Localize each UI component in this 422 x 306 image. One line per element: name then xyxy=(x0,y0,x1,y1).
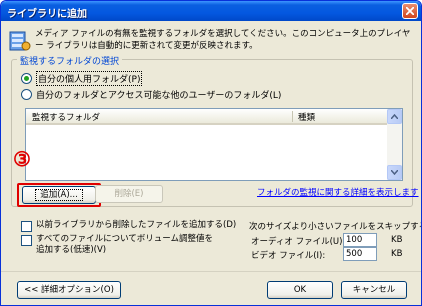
checkbox-label: 以前ライブラリから削除したファイルを追加する(D) xyxy=(36,220,237,230)
radio-all-user-folders[interactable]: 自分のフォルダとアクセス可能な他のユーザーのフォルダ(L) xyxy=(21,88,281,101)
group-legend: 監視するフォルダの選択 xyxy=(17,54,123,67)
column-header-type[interactable]: 種類 xyxy=(298,111,315,123)
video-size-label: ビデオ ファイル(I): xyxy=(251,251,326,261)
add-to-library-dialog: ライブラリに追加 メディア ファイルの有無を監視するフォルダを選択してください。… xyxy=(0,0,422,306)
radio-label: 自分の個人用フォルダ(P) xyxy=(36,71,143,86)
radio-button-selected[interactable] xyxy=(21,73,32,84)
scroll-down-button[interactable] xyxy=(387,165,402,180)
radio-label: 自分のフォルダとアクセス可能な他のユーザーのフォルダ(L) xyxy=(36,91,282,101)
step-annotation: ③ xyxy=(13,147,31,171)
divider xyxy=(1,271,421,272)
window-title: ライブラリに追加 xyxy=(7,9,87,20)
skip-small-files-heading: 次のサイズより小さいファイルをスキップする: xyxy=(249,222,422,232)
ok-button[interactable]: OK xyxy=(267,281,333,299)
video-size-unit: KB xyxy=(391,249,403,259)
cancel-button[interactable]: キャンセル xyxy=(341,281,407,299)
audio-size-input[interactable]: 100 xyxy=(343,233,377,247)
intro-text: メディア ファイルの有無を監視するフォルダを選択してください。このコンピュータ上… xyxy=(35,29,411,51)
remove-button[interactable]: 削除(E) xyxy=(95,185,163,203)
audio-size-label: オーディオ ファイル(U): xyxy=(251,237,346,247)
option-add-deleted-files[interactable]: 以前ライブラリから削除したファイルを追加する(D) xyxy=(21,220,236,232)
advanced-options-button[interactable]: << 詳細オプション(O) xyxy=(17,281,121,299)
video-size-input[interactable]: 500 xyxy=(343,247,377,261)
add-button[interactable]: 追加(A)... xyxy=(22,186,96,204)
audio-size-unit: KB xyxy=(391,235,403,245)
chevron-up-icon xyxy=(391,114,398,119)
chevron-down-icon xyxy=(391,170,398,175)
list-header: 監視するフォルダ 種類 xyxy=(26,109,388,125)
folder-monitoring-help-link[interactable]: フォルダの監視に関する詳細を表示します xyxy=(257,186,419,198)
media-library-icon xyxy=(9,31,31,51)
close-icon xyxy=(406,7,414,15)
checkbox-label: すべてのファイルについてボリューム調整値を追加する(低速)(V) xyxy=(36,234,214,255)
radio-personal-folders[interactable]: 自分の個人用フォルダ(P) xyxy=(21,71,143,86)
scroll-up-button[interactable] xyxy=(387,109,402,124)
column-header-folder[interactable]: 監視するフォルダ xyxy=(32,111,100,123)
radio-button[interactable] xyxy=(21,89,32,100)
close-button[interactable] xyxy=(402,3,418,19)
option-volume-leveling[interactable]: すべてのファイルについてボリューム調整値を追加する(低速)(V) xyxy=(21,234,221,256)
vertical-scrollbar[interactable] xyxy=(387,109,402,180)
title-bar[interactable]: ライブラリに追加 xyxy=(1,1,421,21)
column-divider[interactable] xyxy=(292,111,293,122)
add-button-highlight: 追加(A)... xyxy=(17,183,101,207)
checkbox[interactable] xyxy=(21,235,32,246)
checkbox[interactable] xyxy=(21,221,32,232)
monitored-folders-list[interactable]: 監視するフォルダ 種類 xyxy=(25,108,403,181)
